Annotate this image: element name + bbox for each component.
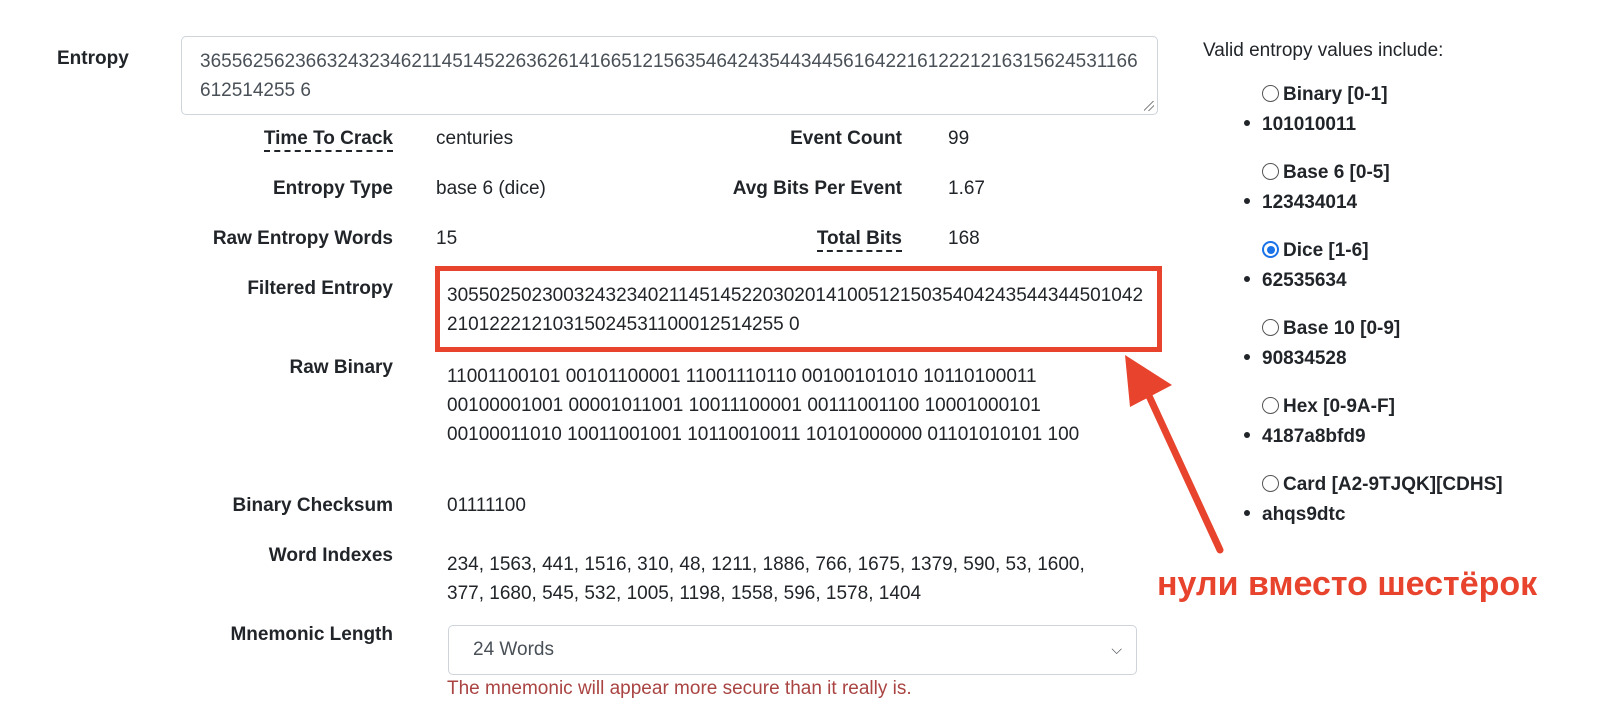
entropy-option-example-text: 101010011 <box>1262 114 1357 135</box>
entropy-option-label: Base 10 [0-9] <box>1283 318 1401 339</box>
radio-button[interactable] <box>1262 475 1279 492</box>
raw-binary-label: Raw Binary <box>289 357 393 378</box>
entropy-option-example: 62535634 <box>1244 270 1347 292</box>
entropy-option-example-text: 62535634 <box>1262 270 1347 291</box>
raw-entropy-words-label: Raw Entropy Words <box>212 228 393 249</box>
entropy-option-label: Dice [1-6] <box>1283 240 1369 261</box>
bullet-icon <box>1244 432 1250 438</box>
entropy-option[interactable]: Card [A2-9TJQK][CDHS] <box>1262 474 1503 496</box>
entropy-option-example-text: 4187a8bfd9 <box>1262 426 1366 447</box>
entropy-option-example: 123434014 <box>1244 192 1357 214</box>
entropy-option-example: 101010011 <box>1244 114 1356 136</box>
avg-bits-value: 1.67 <box>948 178 985 199</box>
entropy-type-label: Entropy Type <box>273 178 393 199</box>
entropy-option-label: Hex [0-9A-F] <box>1283 396 1395 417</box>
raw-entropy-words-value: 15 <box>436 228 458 249</box>
entropy-option-label: Base 6 [0-5] <box>1283 162 1390 183</box>
entropy-textarea[interactable]: 3655625623663243234621145145226362614166… <box>181 36 1158 115</box>
event-count-value: 99 <box>948 128 970 149</box>
word-indexes-label: Word Indexes <box>268 545 393 566</box>
entropy-option-example: 4187a8bfd9 <box>1244 426 1366 448</box>
entropy-option[interactable]: Base 10 [0-9] <box>1262 318 1400 340</box>
time-to-crack-value: centuries <box>436 128 514 149</box>
entropy-option-label: Binary [0-1] <box>1283 84 1388 105</box>
annotation-text: нули вместо шестёрок <box>1157 565 1538 603</box>
total-bits-label[interactable]: Total Bits <box>816 228 902 252</box>
binary-checksum-label: Binary Checksum <box>232 495 393 516</box>
bullet-icon <box>1244 120 1250 126</box>
entropy-label: Entropy <box>57 48 129 69</box>
entropy-option[interactable]: Dice [1-6] <box>1262 240 1369 262</box>
binary-checksum-value: 01111100 <box>447 495 526 516</box>
entropy-option-example: 90834528 <box>1244 348 1347 370</box>
entropy-type-value: base 6 (dice) <box>436 178 546 199</box>
mnemonic-length-selected: 24 Words <box>473 639 554 660</box>
entropy-option-example: ahqs9dtc <box>1244 504 1345 526</box>
raw-binary-value: 11001100101 00101100001 11001110110 0010… <box>447 366 1080 445</box>
bullet-icon <box>1244 276 1250 282</box>
entropy-option-example-text: 123434014 <box>1262 192 1358 213</box>
entropy-option[interactable]: Base 6 [0-5] <box>1262 162 1390 184</box>
bullet-icon <box>1244 198 1250 204</box>
radio-button[interactable] <box>1262 85 1279 102</box>
mnemonic-length-label: Mnemonic Length <box>230 624 393 645</box>
filtered-entropy-value: 3055025023003243234021145145220302014100… <box>447 285 1144 335</box>
avg-bits-label: Avg Bits Per Event <box>732 178 902 199</box>
entropy-option[interactable]: Binary [0-1] <box>1262 84 1388 106</box>
mnemonic-warning: The mnemonic will appear more secure tha… <box>447 678 912 699</box>
filtered-entropy-label: Filtered Entropy <box>247 278 393 299</box>
resize-grip-icon[interactable] <box>1144 101 1154 111</box>
total-bits-value: 168 <box>948 228 980 249</box>
event-count-label: Event Count <box>790 128 902 149</box>
entropy-option-example-text: ahqs9dtc <box>1262 504 1346 525</box>
entropy-option-label: Card [A2-9TJQK][CDHS] <box>1283 474 1503 495</box>
total-bits-label-text: Total Bits <box>816 228 902 252</box>
radio-button[interactable] <box>1262 319 1279 336</box>
radio-button[interactable] <box>1262 163 1279 180</box>
word-indexes-value: 234, 1563, 441, 1516, 310, 48, 1211, 188… <box>447 554 1085 604</box>
entropy-help-heading: Valid entropy values include: <box>1203 40 1444 61</box>
entropy-value: 3655625623663243234621145145226362614166… <box>200 51 1138 101</box>
time-to-crack-label[interactable]: Time To Crack <box>263 128 393 152</box>
radio-button[interactable] <box>1262 397 1279 414</box>
arrow-icon <box>1125 355 1224 554</box>
radio-button[interactable] <box>1262 241 1279 258</box>
bullet-icon <box>1244 510 1250 516</box>
bullet-icon <box>1244 354 1250 360</box>
time-to-crack-label-text: Time To Crack <box>263 128 393 152</box>
chevron-down-icon: ⌵ <box>1111 641 1122 657</box>
entropy-option[interactable]: Hex [0-9A-F] <box>1262 396 1395 418</box>
entropy-option-example-text: 90834528 <box>1262 348 1347 369</box>
mnemonic-length-select[interactable]: 24 Words ⌵ <box>448 625 1137 675</box>
